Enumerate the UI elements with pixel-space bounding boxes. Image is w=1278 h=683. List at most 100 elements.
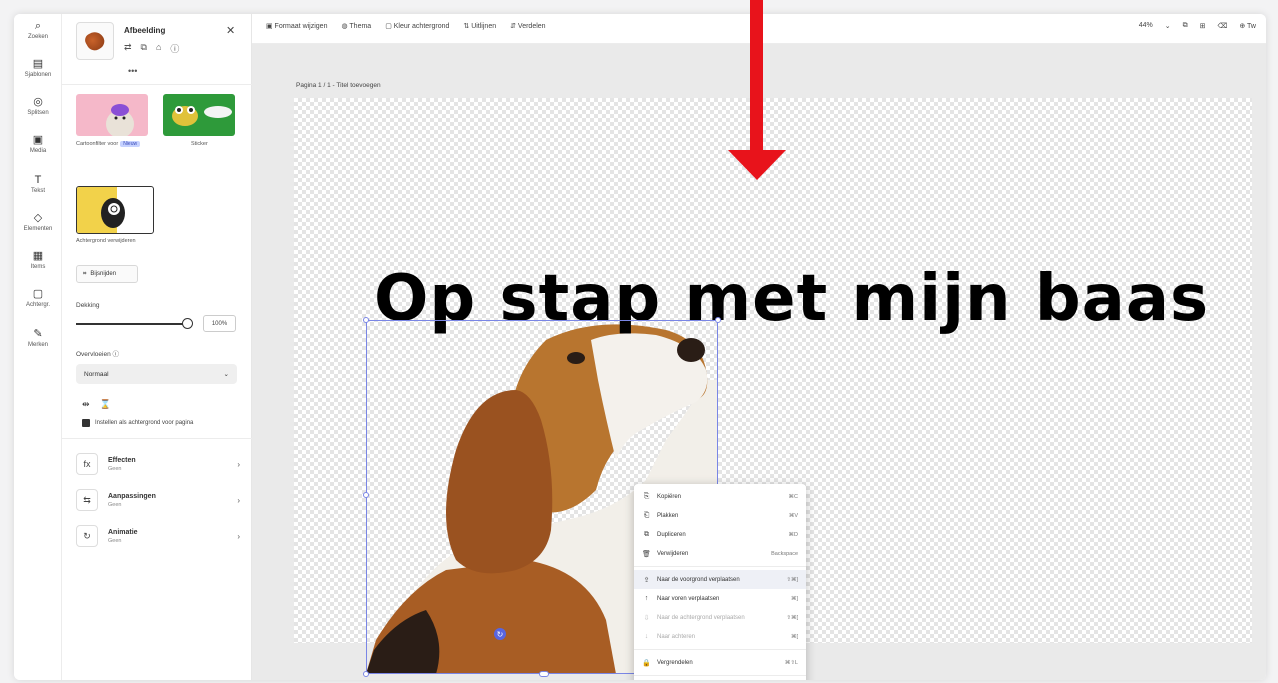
resize-handle[interactable] [363, 671, 369, 677]
context-menu-item[interactable]: 🔒 Vergrendelen ⌘⇧L [634, 653, 806, 672]
crop-button[interactable]: ⌗ Bijsnijden [76, 265, 138, 283]
toolbar-actions: ▣ Formaat wijzigen ◍ Thema ▢ Kleur achterg… [266, 22, 546, 30]
menu-item-label: Naar voren verplaatsen [657, 595, 720, 602]
context-menu-item[interactable]: 🗑 Verwijderen Backspace [634, 544, 806, 563]
effects-section[interactable]: fx Effecten Geen › [76, 451, 240, 477]
menu-item-shortcut: Backspace [771, 550, 798, 557]
opacity-slider-handle[interactable] [182, 318, 193, 329]
card-caption: Cartoonfilter voor Nieuw [76, 141, 141, 147]
crop-label: Bijsnijden [90, 271, 117, 277]
image-properties-panel: Afbeelding ✕ ⇄ ⧉ ⌂ ⓘ ••• Cartoonfilter voor… [62, 14, 252, 680]
divider [62, 438, 252, 439]
templates-icon: ▤ [32, 58, 44, 70]
context-menu-item[interactable]: ⎘ Kopiëren ⌘C [634, 487, 806, 506]
home-icon[interactable]: ⌂ [156, 42, 161, 55]
menu-item-icon: ⎗ [643, 511, 650, 519]
theme-button[interactable]: ◍ Thema [341, 22, 371, 30]
replace-icon[interactable]: ⇄ [124, 42, 132, 55]
menu-item-icon: ⧉ [644, 530, 649, 538]
blend-mode-select[interactable]: Normaal ⌄ [76, 364, 237, 384]
section-title: Effecten [108, 456, 136, 464]
checkbox-label: Instellen als achtergrond voor pagina [95, 420, 194, 426]
rail-item-brands[interactable]: ✎ Merken [14, 328, 62, 348]
rail-item-templates[interactable]: ▤ Sjablonen [14, 58, 62, 78]
app-window: ⌕ Zoeken ▤ Sjablonen ◎ Splitsen ▣ Media T Tekst ◇ E… [14, 14, 1266, 680]
rail-item-items[interactable]: ▦ Items [14, 250, 62, 270]
menu-item-shortcut: ⌘⇧L [784, 659, 798, 666]
section-title: Aanpassingen [108, 492, 156, 500]
search-icon: ⌕ [34, 20, 42, 32]
resize-handle[interactable] [363, 317, 369, 323]
more-icon[interactable]: ••• [128, 66, 137, 76]
media-icon: ▣ [32, 134, 44, 146]
brands-icon: ✎ [33, 328, 43, 340]
checkbox[interactable] [82, 419, 90, 427]
rail-item-text[interactable]: T Tekst [14, 174, 62, 194]
panel-title: Afbeelding [124, 26, 166, 35]
sticker-preview [172, 106, 232, 126]
context-menu-item[interactable]: ⌗Afbeelding uitsnijden› [634, 679, 806, 680]
duplicate-icon[interactable]: ⧉ [141, 42, 147, 55]
animation-section[interactable]: ↻ Animatie Geen › [76, 523, 240, 549]
rail-label: Elementen [23, 226, 53, 232]
flip-vertical-icon[interactable]: ⌛ [100, 399, 111, 410]
rail-item-search[interactable]: ⌕ Zoeken [14, 20, 62, 40]
menu-item-shortcut: ⌘] [790, 595, 798, 602]
menu-separator [634, 566, 806, 567]
rail-label: Achtergr. [25, 302, 50, 308]
menu-item-label: Kopiëren [657, 493, 682, 500]
menu-item-label: Verwijderen [657, 550, 689, 557]
rotate-handle-icon[interactable]: ↻ [494, 628, 506, 640]
rail-item-elements[interactable]: ◇ Elementen [14, 212, 62, 232]
menu-item-shortcut: ⇧⌘[ [786, 614, 798, 621]
zoom-dropdown-icon[interactable]: ⌄ [1165, 22, 1171, 30]
background-color-button[interactable]: ▢ Kleur achtergrond [385, 22, 449, 30]
divider [62, 84, 252, 85]
split-icon: ◎ [33, 96, 43, 108]
card-caption: Sticker [191, 141, 208, 147]
share-button[interactable]: ⊕ Tw [1239, 22, 1256, 30]
info-icon[interactable]: ⓘ [170, 42, 179, 55]
resize-handle[interactable] [539, 671, 549, 677]
red-arrow-shaft [750, 0, 763, 152]
resize-handle[interactable] [363, 492, 369, 498]
align-button[interactable]: ⇅ Uitlijnen [463, 22, 496, 30]
opacity-value-field[interactable]: 100% [203, 315, 236, 332]
cartoon-filter-card[interactable] [76, 94, 148, 136]
remove-background-card[interactable] [76, 186, 154, 234]
resize-handle[interactable] [715, 317, 721, 323]
distribute-button[interactable]: ⇵ Verdelen [510, 22, 545, 30]
effects-icon: fx [76, 453, 98, 475]
menu-item-shortcut: ⇧⌘] [786, 576, 798, 583]
rail-item-background[interactable]: ▢ Achtergr. [14, 288, 62, 308]
menu-item-shortcut: ⌘C [788, 493, 798, 500]
context-menu-item[interactable]: ⎗ Plakken ⌘V [634, 506, 806, 525]
remove-bg-preview [77, 187, 125, 233]
rail-label: Items [30, 264, 46, 270]
opacity-slider-track[interactable] [76, 323, 188, 325]
chevron-right-icon: › [237, 459, 240, 469]
flip-horizontal-icon[interactable]: ⇹ [82, 399, 90, 410]
context-menu-item[interactable]: ↑ Naar voren verplaatsen ⌘] [634, 589, 806, 608]
rail-label: Media [29, 148, 47, 154]
context-menu-item[interactable]: ⇪ Naar de voorgrond verplaatsen ⇧⌘] [634, 570, 806, 589]
menu-item-label: Vergrendelen [657, 659, 693, 666]
menu-item-shortcut: ⌘D [788, 531, 798, 538]
set-as-background-row[interactable]: Instellen als achtergrond voor pagina [82, 419, 193, 427]
copy-icon[interactable]: ⧉ [1183, 22, 1188, 30]
new-badge: Nieuw [120, 141, 141, 147]
rail-item-media[interactable]: ▣ Media [14, 134, 62, 154]
chevron-right-icon: › [237, 495, 240, 505]
delete-icon[interactable]: ⌫ [1217, 22, 1227, 30]
menu-item-label: Naar de achtergrond verplaatsen [657, 614, 745, 621]
rail-item-split[interactable]: ◎ Splitsen [14, 96, 62, 116]
adjustments-section[interactable]: ⇆ Aanpassingen Geen › [76, 487, 240, 513]
cartoon-preview [106, 104, 134, 136]
sticker-card[interactable] [163, 94, 235, 136]
context-menu-item[interactable]: ⧉ Dupliceren ⌘D [634, 525, 806, 544]
section-subtitle: Geen [108, 501, 122, 508]
close-icon[interactable]: ✕ [226, 24, 235, 37]
zoom-level[interactable]: 44% [1139, 22, 1153, 30]
grid-icon[interactable]: ⊞ [1200, 22, 1206, 30]
resize-button[interactable]: ▣ Formaat wijzigen [266, 22, 327, 30]
